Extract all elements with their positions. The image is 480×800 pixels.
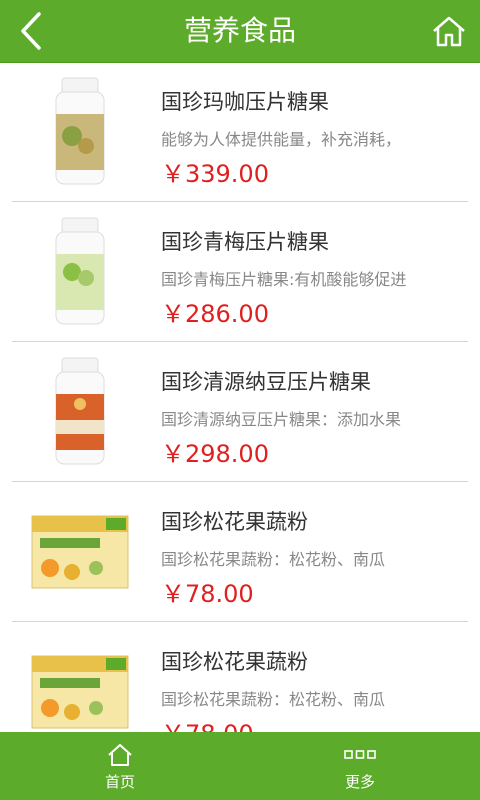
product-list[interactable]: 国珍玛咖压片糖果 能够为人体提供能量，补充消耗， ￥339.00 国珍青梅压片糖…: [0, 62, 480, 732]
list-item[interactable]: 国珍玛咖压片糖果 能够为人体提供能量，补充消耗， ￥339.00: [0, 62, 480, 202]
list-item[interactable]: 国珍松花果蔬粉 国珍松花果蔬粉：松花粉、南瓜 ￥78.00: [0, 622, 480, 732]
product-name[interactable]: 国珍松花果蔬粉: [161, 506, 308, 536]
product-name[interactable]: 国珍清源纳豆压片糖果: [161, 366, 371, 396]
product-desc: 国珍清源纳豆压片糖果：添加水果: [161, 410, 402, 429]
product-desc: 国珍松花果蔬粉：松花粉、南瓜: [161, 550, 386, 569]
product-price: ￥286.00: [161, 300, 269, 328]
product-price: ￥78.00: [161, 580, 254, 608]
tab-home[interactable]: 首页: [40, 732, 200, 800]
tab-more[interactable]: 更多: [280, 732, 440, 800]
product-image: [26, 496, 134, 608]
list-item[interactable]: 国珍松花果蔬粉 国珍松花果蔬粉：松花粉、南瓜 ￥78.00: [0, 482, 480, 622]
home-icon: [433, 16, 465, 47]
list-item[interactable]: 国珍青梅压片糖果 国珍青梅压片糖果:有机酸能够促进 ￥286.00: [0, 202, 480, 342]
tab-more-label: 更多: [344, 772, 375, 791]
product-image: [26, 76, 134, 188]
product-price: ￥339.00: [161, 160, 269, 188]
product-price: ￥78.00: [161, 714, 254, 732]
product-image: [26, 636, 134, 732]
product-name[interactable]: 国珍松花果蔬粉: [161, 646, 308, 676]
product-name[interactable]: 国珍青梅压片糖果: [161, 226, 329, 256]
home-button[interactable]: [426, 8, 472, 54]
home-icon: [108, 743, 132, 766]
bottom-tab-bar: 首页 更多: [0, 732, 480, 800]
product-desc: 能够为人体提供能量，补充消耗，: [161, 130, 402, 149]
product-price: ￥298.00: [161, 440, 269, 468]
product-desc: 国珍青梅压片糖果:有机酸能够促进: [161, 270, 407, 289]
product-name[interactable]: 国珍玛咖压片糖果: [161, 86, 329, 116]
product-desc: 国珍松花果蔬粉：松花粉、南瓜: [161, 690, 386, 709]
tab-home-label: 首页: [104, 772, 135, 791]
product-image: [26, 216, 134, 328]
page-title: 营养食品: [183, 14, 296, 47]
app-header: 营养食品: [0, 0, 480, 63]
product-image: [26, 356, 134, 468]
more-dots-icon: [344, 749, 376, 759]
list-item[interactable]: 国珍清源纳豆压片糖果 国珍清源纳豆压片糖果：添加水果 ￥298.00: [0, 342, 480, 482]
